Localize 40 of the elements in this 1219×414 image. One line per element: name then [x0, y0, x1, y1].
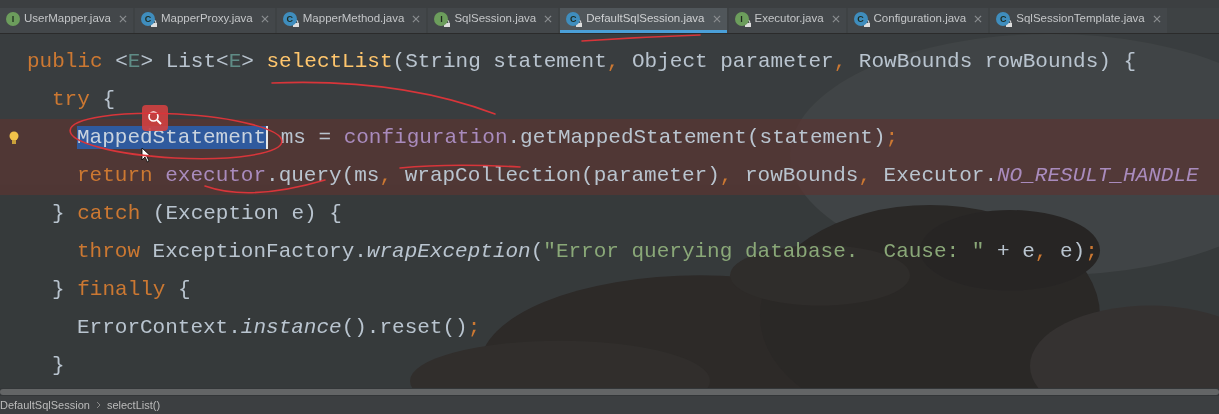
- code-line: ErrorContext.instance().reset();: [77, 316, 481, 339]
- file-tab[interactable]: I SqlSession.java: [428, 8, 559, 33]
- close-icon[interactable]: [412, 15, 421, 23]
- file-tab[interactable]: C SqlSessionTemplate.java: [990, 8, 1167, 33]
- search-icon: [147, 110, 163, 126]
- file-type-badge: C: [996, 12, 1011, 26]
- file-type-badge: I: [734, 12, 749, 26]
- code-line: try {: [52, 88, 116, 111]
- file-tab[interactable]: I UserMapper.java: [0, 8, 133, 33]
- file-type-badge: I: [434, 12, 449, 26]
- breadcrumb-item[interactable]: DefaultSqlSession: [0, 396, 90, 414]
- file-tab[interactable]: I Executor.java: [728, 8, 846, 33]
- code-line: return executor.query(ms, wrapCollection(parameter), rowBounds, Executor.NO_RESULT_HANDLE: [77, 164, 1199, 187]
- scrollbar-thumb[interactable]: [0, 389, 1219, 395]
- mouse-cursor-icon: [141, 147, 152, 163]
- code-line: } finally {: [52, 278, 191, 301]
- code-line: }: [52, 354, 65, 377]
- file-type-badge: C: [140, 12, 155, 26]
- file-type-badge: C: [566, 12, 581, 26]
- file-tab[interactable]: C MapperProxy.java: [134, 8, 275, 33]
- file-tab[interactable]: C DefaultSqlSession.java: [560, 8, 727, 33]
- chevron-icon: [95, 401, 101, 409]
- code-line: public <E> List<E> selectList(String statement, Object parameter, RowBounds rowBounds) {: [27, 50, 1137, 73]
- close-icon[interactable]: [118, 15, 127, 23]
- code-line: MappedStatement ms = configuration.getMappedStatement(statement);: [77, 126, 899, 149]
- close-icon[interactable]: [1152, 15, 1161, 23]
- close-icon[interactable]: [831, 15, 840, 23]
- close-icon[interactable]: [974, 15, 983, 23]
- file-type-badge: C: [853, 12, 868, 26]
- file-type-badge: I: [6, 12, 20, 26]
- breadcrumb-item[interactable]: selectList(): [106, 396, 161, 414]
- code-line: throw ExceptionFactory.wrapException("Error querying database. Cause: " + e, e);: [77, 240, 1098, 263]
- close-icon[interactable]: [712, 15, 721, 23]
- code-line: } catch (Exception e) {: [52, 202, 342, 225]
- close-icon[interactable]: [544, 15, 553, 23]
- lightbulb-icon[interactable]: [8, 131, 19, 145]
- file-tab[interactable]: C Configuration.java: [847, 8, 989, 33]
- file-tab[interactable]: C MapperMethod.java: [276, 8, 427, 33]
- close-icon[interactable]: [260, 15, 269, 23]
- file-type-badge: C: [282, 12, 297, 26]
